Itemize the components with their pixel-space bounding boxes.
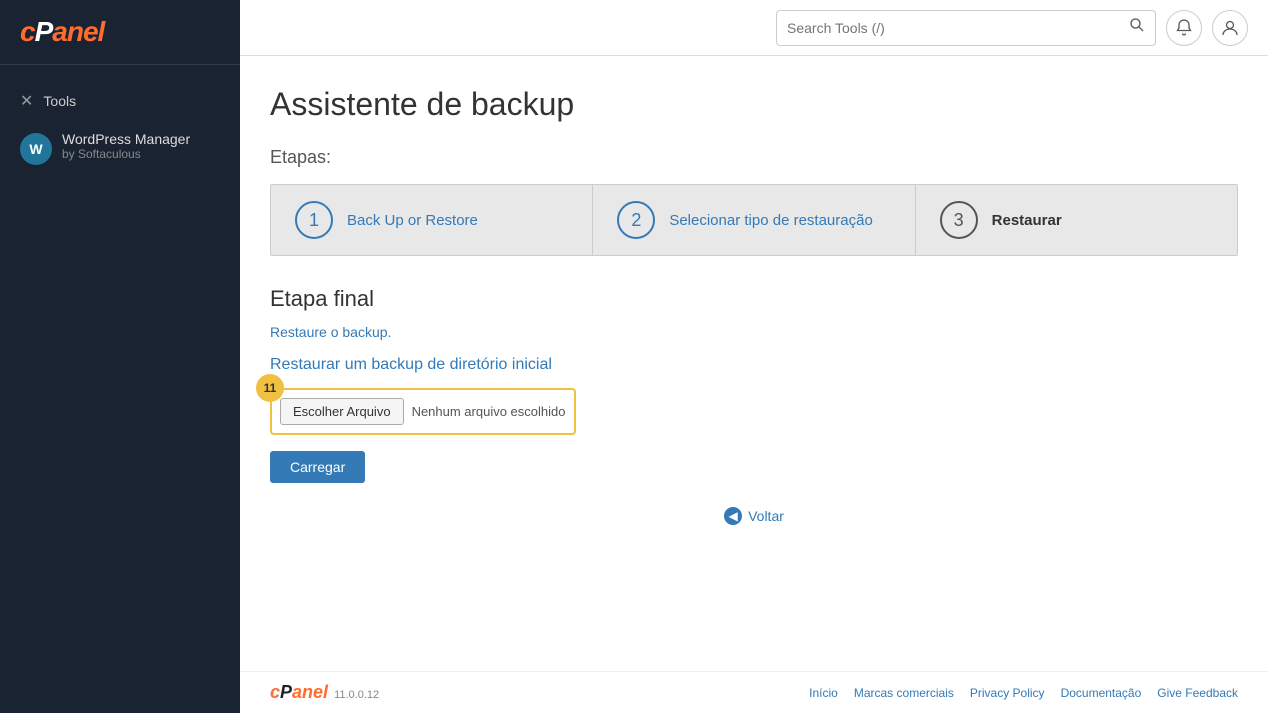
- restore-text: Restaure o backup.: [270, 324, 1238, 340]
- wordpress-text: WordPress Manager by Softaculous: [62, 131, 190, 161]
- footer-link-inicio[interactable]: Início: [809, 686, 838, 700]
- step-2-label: Selecionar tipo de restauração: [669, 212, 872, 229]
- search-icon-button[interactable]: [1129, 17, 1145, 38]
- highlight-box: 11 Escolher Arquivo Nenhum arquivo escol…: [270, 388, 576, 435]
- sidebar-item-label: Tools: [43, 93, 76, 109]
- search-icon: [1129, 17, 1145, 33]
- step-1[interactable]: 1 Back Up or Restore: [271, 185, 593, 255]
- back-link-label: Voltar: [748, 508, 784, 524]
- notification-button[interactable]: [1166, 10, 1202, 46]
- step-1-label: Back Up or Restore: [347, 212, 478, 229]
- sidebar-item-wordpress[interactable]: W WordPress Manager by Softaculous: [0, 121, 240, 175]
- file-input-area: 11 Escolher Arquivo Nenhum arquivo escol…: [270, 388, 1238, 435]
- footer-link-privacy[interactable]: Privacy Policy: [970, 686, 1045, 700]
- footer-links: Início Marcas comerciais Privacy Policy …: [809, 686, 1238, 700]
- wordpress-subtitle: by Softaculous: [62, 147, 190, 161]
- step-2-number: 2: [617, 201, 655, 239]
- page-title: Assistente de backup: [270, 86, 1238, 123]
- sidebar: cPanel ✕ Tools W WordPress Manager by So…: [0, 0, 240, 713]
- tools-icon: ✕: [20, 91, 33, 111]
- main-area: Assistente de backup Etapas: 1 Back Up o…: [240, 0, 1268, 713]
- step-3[interactable]: 3 Restaurar: [916, 185, 1237, 255]
- footer: cPanel 11.0.0.12 Início Marcas comerciai…: [240, 671, 1268, 713]
- steps-bar: 1 Back Up or Restore 2 Selecionar tipo d…: [270, 184, 1238, 256]
- user-button[interactable]: [1212, 10, 1248, 46]
- file-label: Nenhum arquivo escolhido: [412, 404, 566, 419]
- step-3-number: 3: [940, 201, 978, 239]
- sidebar-nav: ✕ Tools W WordPress Manager by Softaculo…: [0, 65, 240, 191]
- upload-button[interactable]: Carregar: [270, 451, 365, 483]
- footer-link-docs[interactable]: Documentação: [1061, 686, 1142, 700]
- footer-logo: cPanel: [270, 682, 328, 703]
- steps-label: Etapas:: [270, 147, 1238, 168]
- step-3-label: Restaurar: [992, 212, 1062, 229]
- footer-link-marcas[interactable]: Marcas comerciais: [854, 686, 954, 700]
- footer-link-feedback[interactable]: Give Feedback: [1157, 686, 1238, 700]
- back-arrow-icon: ◀: [724, 507, 742, 525]
- sidebar-logo: cPanel: [0, 0, 240, 65]
- search-bar[interactable]: [776, 10, 1156, 46]
- cpanel-logo-text: cPanel: [20, 16, 220, 48]
- wordpress-title: WordPress Manager: [62, 131, 190, 147]
- bell-icon: [1175, 19, 1193, 37]
- footer-version: 11.0.0.12: [334, 689, 379, 701]
- wordpress-icon: W: [20, 133, 52, 165]
- sidebar-item-tools[interactable]: ✕ Tools: [0, 81, 240, 121]
- choose-file-button[interactable]: Escolher Arquivo: [280, 398, 404, 425]
- step-1-number: 1: [295, 201, 333, 239]
- restore-section-title: Restaurar um backup de diretório inicial: [270, 356, 1238, 374]
- step-2[interactable]: 2 Selecionar tipo de restauração: [593, 185, 915, 255]
- user-icon: [1221, 19, 1239, 37]
- content-area: Assistente de backup Etapas: 1 Back Up o…: [240, 56, 1268, 671]
- step-badge: 11: [256, 374, 284, 402]
- back-link[interactable]: ◀ Voltar: [270, 507, 1238, 525]
- search-input[interactable]: [787, 20, 1129, 36]
- header: [240, 0, 1268, 56]
- section-title: Etapa final: [270, 286, 1238, 312]
